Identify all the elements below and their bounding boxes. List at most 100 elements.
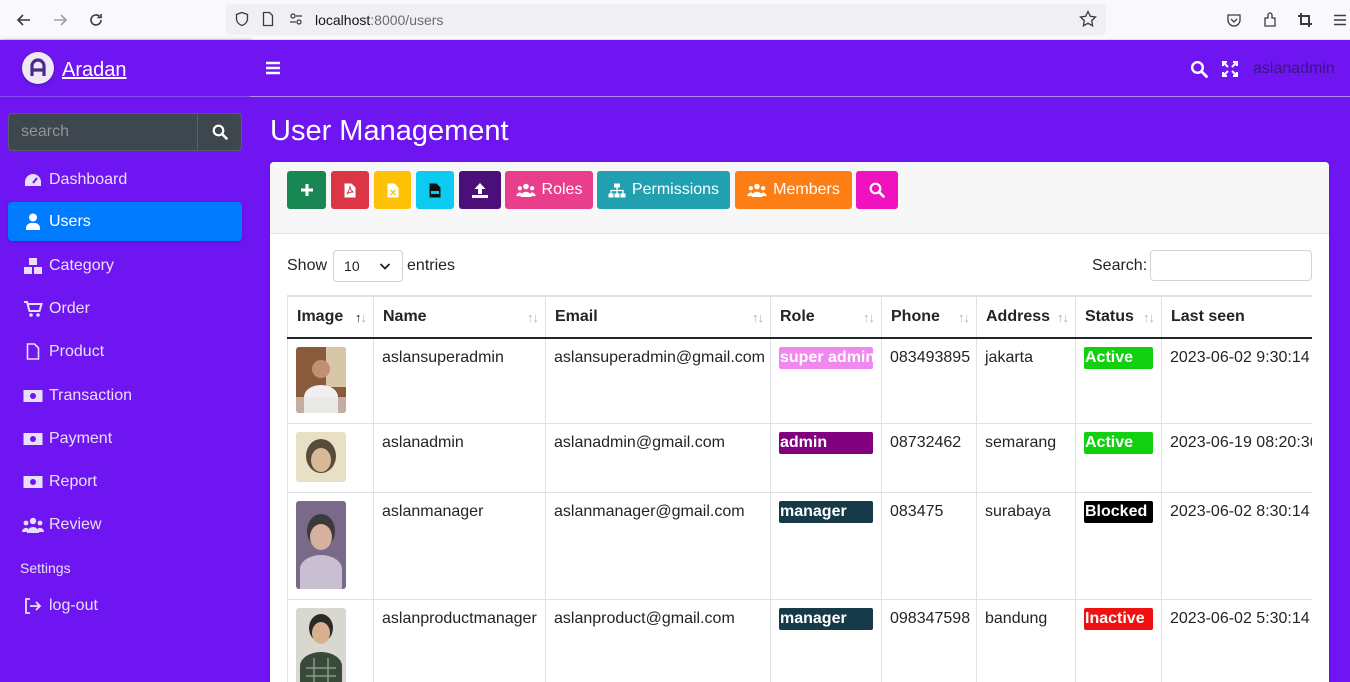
role-badge: super admin: [779, 347, 875, 369]
shield-icon[interactable]: [232, 9, 252, 29]
last-seen-cell: 2023-06-19 08:20:36: [1161, 423, 1312, 493]
permissions-icon[interactable]: [286, 9, 306, 29]
reload-icon[interactable]: [84, 8, 108, 32]
address-cell: surabaya: [976, 492, 1076, 600]
column-header-phone[interactable]: Phone ↑↓: [881, 295, 977, 339]
role-cell: admin: [770, 423, 882, 493]
brand[interactable]: Aradan: [0, 40, 250, 97]
sidebar-item-label: Review: [49, 515, 102, 533]
file-pdf-icon: [344, 183, 356, 197]
user-icon: [22, 213, 44, 231]
column-header-role[interactable]: Role ↑↓: [770, 295, 882, 339]
sidebar-item-label: Payment: [49, 429, 113, 447]
users-icon: [515, 183, 536, 197]
members-button[interactable]: Members: [735, 171, 852, 209]
file-icon: [22, 343, 44, 361]
role-cell: manager: [770, 599, 882, 682]
role-badge: manager: [779, 608, 873, 630]
permissions-button[interactable]: Permissions: [597, 171, 730, 209]
table-row[interactable]: aslansuperadmin aslansuperadmin@gmail.co…: [287, 337, 1312, 424]
image-cell: [287, 599, 374, 682]
url-bar[interactable]: localhost:8000/users: [226, 4, 1106, 35]
column-header-email[interactable]: Email ↑↓: [545, 295, 771, 339]
card-toolbar: Roles Permissions Members: [270, 162, 1329, 234]
name-cell: aslanadmin: [373, 423, 546, 493]
table-search-input[interactable]: [1150, 250, 1312, 281]
fullscreen-icon[interactable]: [1221, 60, 1239, 78]
sidebar-item-category[interactable]: Category: [8, 246, 242, 285]
image-cell: [287, 423, 374, 493]
crop-icon[interactable]: [1295, 10, 1315, 30]
sidebar-item-order[interactable]: Order: [8, 289, 242, 328]
plus-icon: [300, 184, 313, 196]
column-header-address[interactable]: Address ↑↓: [976, 295, 1076, 339]
sidebar-item-logout[interactable]: log-out: [8, 586, 242, 625]
sidebar-search-button[interactable]: [197, 113, 242, 151]
table-row[interactable]: aslanproductmanager aslanproduct@gmail.c…: [287, 599, 1312, 682]
status-cell: Active: [1075, 337, 1162, 424]
brand-logo-icon: [22, 52, 54, 84]
brand-name[interactable]: Aradan: [62, 59, 127, 82]
export-pdf-button[interactable]: [331, 171, 369, 209]
file-excel-icon: [387, 183, 398, 197]
sidebar-item-label: Report: [49, 472, 98, 490]
file-csv-icon: [429, 183, 441, 197]
import-button[interactable]: [459, 171, 501, 209]
status-badge: Blocked: [1084, 501, 1153, 523]
search-users-button[interactable]: [856, 171, 898, 209]
menu-toggle-icon[interactable]: [265, 60, 281, 76]
sidebar-item-review[interactable]: Review: [8, 505, 242, 544]
money-icon: [22, 473, 44, 491]
sidebar-item-report[interactable]: Report: [8, 462, 242, 501]
entries-select[interactable]: 10: [333, 250, 404, 282]
roles-button[interactable]: Roles: [505, 171, 593, 209]
column-header-image[interactable]: Image ↑↓: [287, 295, 374, 339]
column-header-last-seen[interactable]: Last seen↑↓: [1161, 295, 1312, 339]
phone-cell: 083493895: [881, 337, 977, 424]
role-badge: admin: [779, 432, 873, 454]
upload-icon: [472, 183, 488, 198]
cubes-icon: [22, 257, 44, 275]
status-cell: Inactive: [1075, 599, 1162, 682]
table-row[interactable]: aslanmanager aslanmanager@gmail.com mana…: [287, 492, 1312, 600]
sidebar-item-payment[interactable]: Payment: [8, 419, 242, 458]
tachometer-icon: [22, 171, 44, 189]
status-cell: Active: [1075, 423, 1162, 493]
sidebar-item-label: Order: [49, 299, 90, 317]
navbar-username[interactable]: aslanadmin: [1253, 60, 1335, 78]
add-user-button[interactable]: [287, 171, 326, 209]
url-text: localhost:8000/users: [315, 12, 444, 28]
chevron-down-icon: [379, 263, 391, 270]
sidebar-item-label: Category: [49, 256, 114, 274]
sidebar-item-users[interactable]: Users: [8, 202, 242, 241]
back-icon[interactable]: [12, 8, 36, 32]
table-search-label: Search:: [1092, 257, 1148, 274]
column-header-status[interactable]: Status ↑↓: [1075, 295, 1162, 339]
forward-icon[interactable]: [48, 8, 72, 32]
sidebar-search-input[interactable]: [8, 113, 197, 151]
column-header-name[interactable]: Name ↑↓: [373, 295, 546, 339]
pocket-icon[interactable]: [1224, 10, 1244, 30]
export-excel-button[interactable]: [374, 171, 411, 209]
table-row[interactable]: aslanadmin aslanadmin@gmail.com admin 08…: [287, 423, 1312, 493]
phone-cell: 098347598: [881, 599, 977, 682]
extensions-icon[interactable]: [1260, 10, 1280, 30]
show-label: Show: [287, 257, 328, 274]
sidebar-item-product[interactable]: Product: [8, 332, 242, 371]
users-table: Image ↑↓ Name ↑↓ Email ↑↓ Role ↑↓ Phone ↑↓ Ad…: [287, 295, 1312, 682]
navbar-search-icon[interactable]: [1190, 60, 1208, 78]
email-cell: aslanproduct@gmail.com: [545, 599, 771, 682]
roles-button-label: Roles: [541, 181, 583, 198]
email-cell: aslanmanager@gmail.com: [545, 492, 771, 600]
avatar: [296, 608, 346, 682]
table-header-row: Image ↑↓ Name ↑↓ Email ↑↓ Role ↑↓ Phone ↑↓ Ad…: [287, 295, 1312, 339]
entries-value: 10: [344, 258, 360, 274]
bookmark-star-icon[interactable]: [1078, 9, 1098, 29]
settings-header: Settings: [20, 560, 71, 576]
sidebar-item-transaction[interactable]: Transaction: [8, 376, 242, 415]
sidebar-item-dashboard[interactable]: Dashboard: [8, 160, 242, 199]
app-menu-icon[interactable]: [1330, 10, 1350, 30]
export-csv-button[interactable]: [416, 171, 454, 209]
users-icon: [22, 516, 44, 534]
table-scroll-area[interactable]: Image ↑↓ Name ↑↓ Email ↑↓ Role ↑↓ Phone ↑↓ Ad…: [287, 295, 1312, 682]
